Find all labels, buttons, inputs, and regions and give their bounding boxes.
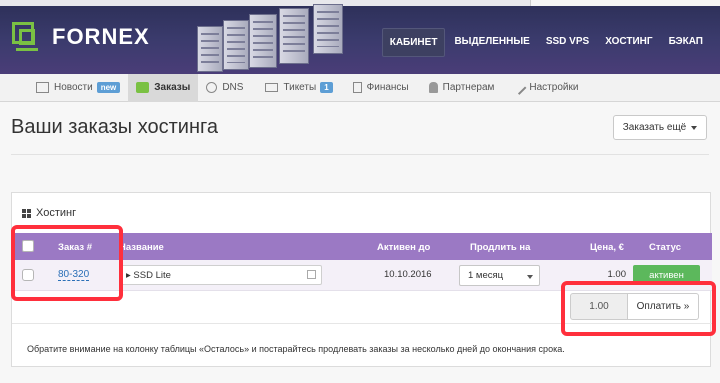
select-all-checkbox[interactable]: [22, 240, 34, 252]
grid-icon: [22, 208, 31, 218]
calculator-icon: [352, 82, 362, 93]
notice-text: Обратите внимание на колонку таблицы «Ос…: [27, 344, 565, 354]
nav-hosting[interactable]: ХОСТИНГ: [598, 28, 659, 57]
subnav-finance[interactable]: Финансы: [345, 74, 417, 102]
order-more-label: Заказать ещё: [622, 122, 687, 133]
col-name[interactable]: Название: [119, 242, 164, 253]
nav-backup[interactable]: БЭКАП: [662, 28, 710, 57]
pay-button[interactable]: Оплатить »: [628, 293, 699, 320]
extend-period-select[interactable]: 1 месяц: [459, 265, 540, 286]
envelope-icon: [265, 83, 279, 92]
subnav-finance-label: Финансы: [366, 82, 409, 93]
order-name-text: ▸ SSD Lite: [126, 270, 171, 281]
subnav-dns-label: DNS: [222, 82, 244, 93]
site-header: FORNEX КАБИНЕТ ВЫДЕЛЕННЫЕ SSD VPS ХОСТИН…: [0, 0, 720, 74]
hosting-panel: Хостинг Заказ # Название Активен до Прод…: [11, 192, 712, 367]
logo-icon: [12, 22, 42, 52]
main-content: Ваши заказы хостинга Заказать ещё Хостин…: [0, 102, 720, 383]
subnav-orders[interactable]: Заказы: [128, 73, 199, 102]
payment-group: 1.00 Оплатить »: [570, 293, 699, 320]
extend-period-value: 1 месяц: [468, 270, 504, 281]
col-extend: Продлить на: [470, 242, 531, 253]
subnav-partners-label: Партнерам: [442, 82, 495, 93]
subnav-tickets[interactable]: Тикеты 1: [257, 74, 340, 102]
subnav-news[interactable]: Новости new: [28, 74, 128, 102]
col-order[interactable]: Заказ #: [58, 242, 92, 253]
pay-amount: 1.00: [570, 293, 628, 320]
person-icon: [428, 82, 438, 93]
logo[interactable]: FORNEX: [12, 22, 150, 52]
subnav-dns[interactable]: DNS: [198, 74, 251, 102]
tickets-count-badge: 1: [320, 82, 333, 93]
col-active-until[interactable]: Активен до: [377, 242, 430, 253]
globe-icon: [206, 82, 218, 93]
subnav-partners[interactable]: Партнерам: [421, 74, 503, 102]
nav-cabinet[interactable]: КАБИНЕТ: [381, 28, 446, 57]
new-badge: new: [96, 82, 121, 93]
panel-divider: [12, 323, 712, 324]
panel-title-text: Хостинг: [36, 207, 77, 219]
subnav-tickets-label: Тикеты: [283, 82, 317, 93]
orders-icon: [136, 82, 150, 93]
col-price[interactable]: Цена, €: [590, 242, 624, 253]
row-checkbox[interactable]: [22, 269, 34, 281]
table-header: Заказ # Название Активен до Продлить на …: [12, 233, 712, 260]
top-nav: КАБИНЕТ ВЫДЕЛЕННЫЕ SSD VPS ХОСТИНГ БЭКАП: [381, 28, 710, 57]
status-badge[interactable]: активен: [633, 265, 700, 285]
brand-name: FORNEX: [52, 24, 150, 49]
order-id-link[interactable]: 80-320: [58, 269, 90, 281]
wrench-icon: [511, 80, 527, 95]
table-row: 80-320 ▸ SSD Lite 10.10.2016 1 месяц 1.0…: [12, 260, 712, 291]
order-more-button[interactable]: Заказать ещё: [613, 115, 707, 140]
nav-ssd-vps[interactable]: SSD VPS: [539, 28, 596, 57]
chevron-down-icon: [527, 275, 533, 279]
nav-dedicated[interactable]: ВЫДЕЛЕННЫЕ: [447, 28, 536, 57]
price: 1.00: [607, 269, 627, 280]
page-title: Ваши заказы хостинга: [11, 116, 218, 138]
news-icon: [36, 82, 49, 93]
servers-illustration: [195, 4, 365, 74]
subnav-orders-label: Заказы: [154, 82, 191, 93]
edit-icon[interactable]: [307, 270, 316, 279]
divider: [11, 154, 709, 155]
subnav-settings-label: Настройки: [529, 82, 579, 93]
order-name-field[interactable]: ▸ SSD Lite: [119, 265, 322, 285]
sub-nav: Новости new Заказы DNS Тикеты 1 Финансы …: [0, 73, 720, 102]
col-status[interactable]: Статус: [649, 242, 681, 253]
active-until: 10.10.2016: [384, 269, 432, 280]
subnav-news-label: Новости: [54, 82, 93, 93]
caret-down-icon: [691, 125, 698, 130]
subnav-settings[interactable]: Настройки: [506, 74, 586, 102]
panel-title: Хостинг: [22, 207, 76, 219]
